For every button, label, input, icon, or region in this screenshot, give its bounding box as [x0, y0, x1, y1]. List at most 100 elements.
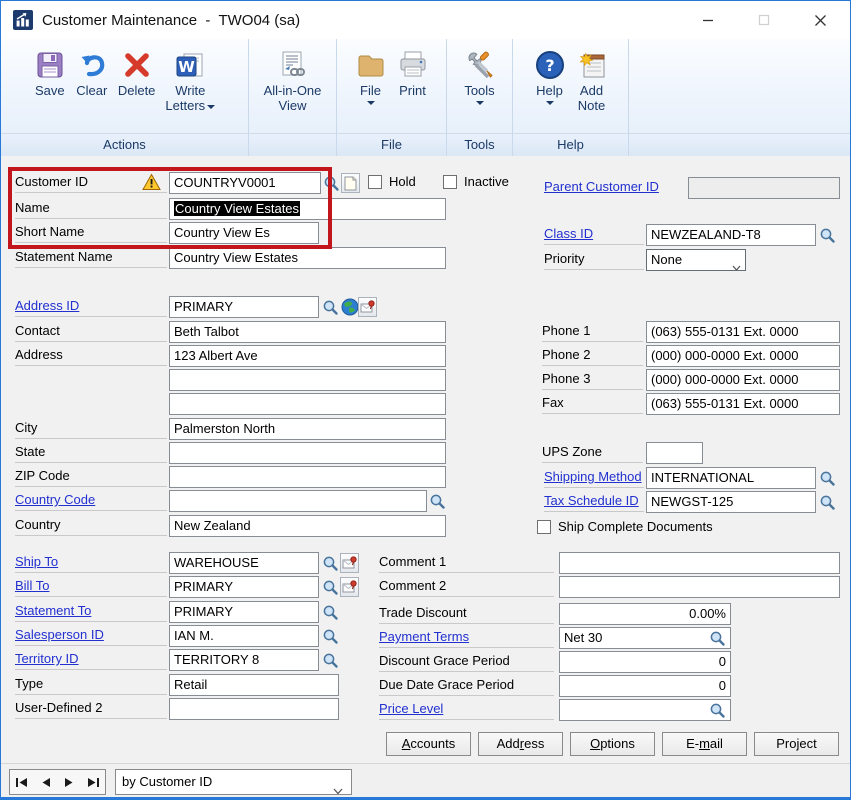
- fax-field[interactable]: (063) 555-0131 Ext. 0000: [646, 393, 840, 415]
- project-button[interactable]: Project: [754, 732, 839, 756]
- address-button[interactable]: Address: [478, 732, 563, 756]
- email-button[interactable]: E-mail: [662, 732, 747, 756]
- clear-button[interactable]: Clear: [71, 46, 113, 133]
- city-field[interactable]: Palmerston North: [169, 418, 446, 440]
- salesperson-lookup-icon[interactable]: [321, 627, 340, 646]
- close-button[interactable]: [792, 1, 848, 39]
- first-record-button[interactable]: [12, 772, 32, 792]
- ups-zone-field[interactable]: [646, 442, 703, 464]
- status-bar: by Customer ID: [1, 763, 850, 799]
- class-id-lookup-icon[interactable]: [818, 226, 837, 245]
- toolbar-group-view-label: [249, 133, 336, 156]
- sort-by-dropdown[interactable]: by Customer ID: [115, 769, 352, 795]
- shipping-method-field[interactable]: INTERNATIONAL: [646, 467, 816, 489]
- class-id-link[interactable]: Class ID: [544, 224, 644, 245]
- inactive-checkbox[interactable]: [443, 175, 457, 189]
- bill-to-address-card-icon[interactable]: [340, 577, 359, 597]
- hold-checkbox[interactable]: [368, 175, 382, 189]
- due-date-grace-field[interactable]: 0: [559, 675, 731, 697]
- type-field[interactable]: Retail: [169, 674, 339, 696]
- parent-customer-id-link[interactable]: Parent Customer ID: [544, 177, 684, 197]
- toolbar-group-view: All-in-One View: [249, 39, 337, 156]
- tax-schedule-id-link[interactable]: Tax Schedule ID: [544, 491, 644, 512]
- shipping-method-lookup-icon[interactable]: [818, 469, 837, 488]
- phone1-label: Phone 1: [542, 321, 643, 342]
- write-letters-button[interactable]: W Write Letters: [160, 46, 220, 133]
- payment-terms-link[interactable]: Payment Terms: [379, 627, 554, 648]
- salesperson-id-link[interactable]: Salesperson ID: [15, 625, 167, 646]
- delete-label: Delete: [118, 83, 156, 98]
- payment-terms-field[interactable]: Net 30: [559, 627, 731, 649]
- trade-discount-field[interactable]: 0.00%: [559, 603, 731, 625]
- delete-button[interactable]: Delete: [113, 46, 161, 133]
- customer-note-icon[interactable]: [341, 173, 360, 193]
- ship-to-field[interactable]: WAREHOUSE: [169, 552, 319, 574]
- statement-to-lookup-icon[interactable]: [321, 603, 340, 622]
- next-record-button[interactable]: [59, 772, 79, 792]
- territory-id-link[interactable]: Territory ID: [15, 649, 167, 670]
- ship-to-link[interactable]: Ship To: [15, 552, 167, 573]
- class-id-field[interactable]: NEWZEALAND-T8: [646, 224, 816, 246]
- priority-label: Priority: [544, 249, 644, 270]
- phone3-field[interactable]: (000) 000-0000 Ext. 0000: [646, 369, 840, 391]
- statement-to-field[interactable]: PRIMARY: [169, 601, 319, 623]
- all-in-one-view-button[interactable]: All-in-One View: [259, 46, 327, 133]
- hold-checkbox-label: Hold: [389, 172, 416, 192]
- bill-to-link[interactable]: Bill To: [15, 576, 167, 597]
- address-id-link[interactable]: Address ID: [15, 296, 167, 317]
- address-line1-field[interactable]: 123 Albert Ave: [169, 345, 446, 367]
- print-button[interactable]: Print: [392, 46, 434, 133]
- minimize-button[interactable]: [680, 1, 736, 39]
- price-level-field[interactable]: [559, 699, 731, 721]
- comment1-label: Comment 1: [379, 552, 554, 573]
- map-globe-icon[interactable]: [340, 297, 359, 317]
- ship-to-address-card-icon[interactable]: [340, 553, 359, 573]
- add-note-button[interactable]: Add Note: [571, 46, 613, 133]
- file-button[interactable]: File: [350, 46, 392, 133]
- territory-lookup-icon[interactable]: [321, 651, 340, 670]
- toolbar-group-file: File Print File: [337, 39, 447, 156]
- tools-button[interactable]: Tools: [459, 46, 501, 133]
- tax-schedule-id-field[interactable]: NEWGST-125: [646, 491, 816, 513]
- contact-label: Contact: [15, 321, 167, 342]
- ship-complete-checkbox[interactable]: [537, 520, 551, 534]
- dropdown-arrow-icon: [476, 101, 484, 105]
- state-field[interactable]: [169, 442, 446, 464]
- address-card-pin-icon[interactable]: [358, 297, 377, 317]
- last-record-button[interactable]: [83, 772, 103, 792]
- tax-schedule-lookup-icon[interactable]: [818, 493, 837, 512]
- salesperson-id-field[interactable]: IAN M.: [169, 625, 319, 647]
- accounts-button[interactable]: Accounts: [386, 732, 471, 756]
- comment1-field[interactable]: [559, 552, 840, 574]
- address-line2-field[interactable]: [169, 369, 446, 391]
- priority-dropdown[interactable]: None: [646, 249, 746, 271]
- options-button[interactable]: Options: [570, 732, 655, 756]
- bill-to-field[interactable]: PRIMARY: [169, 576, 319, 598]
- address-id-lookup-icon[interactable]: [321, 298, 340, 317]
- phone1-field[interactable]: (063) 555-0131 Ext. 0000: [646, 321, 840, 343]
- statement-to-link[interactable]: Statement To: [15, 601, 167, 622]
- toolbar-group-help: ? Help Add Note Help: [513, 39, 629, 156]
- priority-value: None: [651, 252, 682, 267]
- price-level-link[interactable]: Price Level: [379, 699, 554, 720]
- comment2-field[interactable]: [559, 576, 840, 598]
- bill-to-lookup-icon[interactable]: [321, 578, 340, 597]
- shipping-method-link[interactable]: Shipping Method: [544, 467, 644, 488]
- phone2-label: Phone 2: [542, 345, 643, 366]
- help-button[interactable]: ? Help: [529, 46, 571, 133]
- phone2-field[interactable]: (000) 000-0000 Ext. 0000: [646, 345, 840, 367]
- address-line3-field[interactable]: [169, 393, 446, 415]
- previous-record-button[interactable]: [36, 772, 56, 792]
- discount-grace-field[interactable]: 0: [559, 651, 731, 673]
- territory-id-field[interactable]: TERRITORY 8: [169, 649, 319, 671]
- due-date-grace-label: Due Date Grace Period: [379, 675, 554, 696]
- payment-terms-lookup-icon[interactable]: [708, 629, 727, 648]
- comment2-label: Comment 2: [379, 576, 554, 597]
- address-id-field[interactable]: PRIMARY: [169, 296, 319, 318]
- price-level-lookup-icon[interactable]: [708, 701, 727, 720]
- tools-icon: [464, 47, 496, 83]
- ship-to-lookup-icon[interactable]: [321, 554, 340, 573]
- contact-field[interactable]: Beth Talbot: [169, 321, 446, 343]
- save-button[interactable]: Save: [29, 46, 71, 133]
- user-defined-2-field[interactable]: [169, 698, 339, 720]
